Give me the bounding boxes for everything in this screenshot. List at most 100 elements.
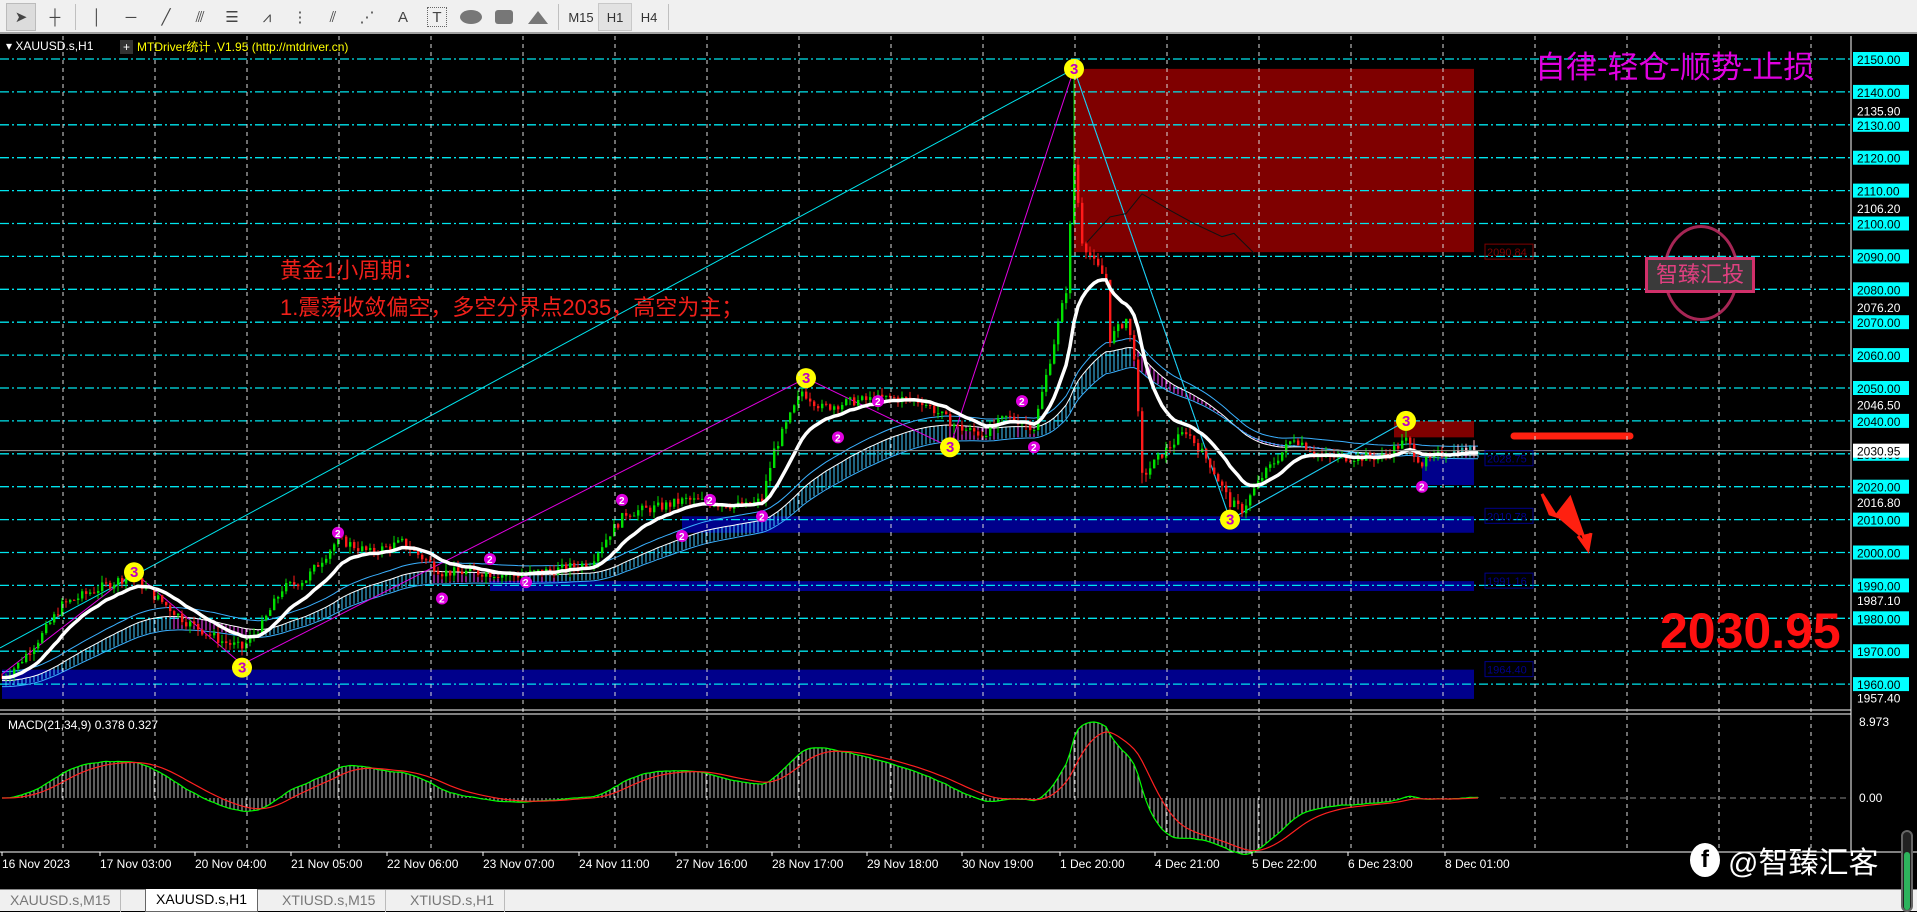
price-axis-label: 2010.00 (1857, 514, 1901, 528)
candle-body (633, 515, 636, 517)
candle-body (101, 582, 104, 591)
candle-body (685, 497, 688, 499)
fibonacci-channel-icon[interactable]: ⫽ (318, 3, 348, 31)
text-label-icon[interactable]: T (427, 7, 447, 27)
candle-body (309, 571, 312, 581)
price-axis-label: 2050.00 (1857, 382, 1901, 396)
candle-body (1001, 416, 1004, 419)
crosshair-icon[interactable]: ┼ (40, 3, 70, 31)
candle-body (985, 435, 988, 437)
zone-label: 1964.40 (1487, 665, 1527, 677)
price-axis-label: 2106.20 (1857, 202, 1901, 216)
wave-3-label: 3 (1070, 61, 1078, 78)
candle-body (329, 550, 332, 559)
candle-body (653, 505, 656, 513)
timeframe-h4[interactable]: H4 (632, 3, 666, 31)
fibonacci-timezones-icon[interactable]: ⋮ (285, 3, 315, 31)
candle-body (41, 633, 44, 643)
candle-body (1085, 243, 1088, 253)
candle-body (1137, 359, 1140, 412)
time-axis-label: 8 Dec 01:00 (1445, 857, 1510, 871)
candle-body (357, 548, 360, 551)
candle-body (1397, 445, 1400, 449)
candle-body (849, 397, 852, 400)
time-axis-label: 4 Dec 21:00 (1155, 857, 1220, 871)
candle-body (225, 641, 228, 644)
trendline-icon[interactable]: ╱ (151, 3, 181, 31)
candle-body (1221, 481, 1224, 486)
candle-body (1005, 415, 1008, 417)
candle-body (1049, 363, 1052, 375)
tab-xtiusd-m15[interactable]: XTIUSD.s,M15 (272, 890, 387, 912)
candle-body (805, 391, 808, 399)
volume-slider[interactable] (1901, 830, 1913, 912)
triangle-icon[interactable] (523, 3, 553, 31)
candle-body (1053, 344, 1056, 364)
candle-body (105, 582, 108, 584)
price-axis-label: 2130.00 (1857, 119, 1901, 133)
candle-body (53, 614, 56, 623)
candle-body (925, 405, 928, 407)
candle-body (81, 591, 84, 599)
candle-body (697, 498, 700, 500)
cursor-icon[interactable]: ➤ (6, 3, 36, 31)
candle-body (205, 634, 208, 636)
candle-body (233, 642, 236, 645)
candle-body (117, 578, 120, 585)
tab-xauusd-h1[interactable]: XAUUSD.s,H1 (145, 889, 259, 912)
tab-xauusd-m15[interactable]: XAUUSD.s,M15 (0, 890, 122, 912)
candle-body (1213, 467, 1216, 475)
fibonacci-retracement-icon[interactable]: ☰ (217, 3, 247, 31)
candle-body (325, 558, 328, 563)
support-zone (682, 516, 1474, 533)
wave-2-label: 2 (1031, 443, 1037, 454)
candle-body (1185, 432, 1188, 435)
price-axis-label: 1960.00 (1857, 678, 1901, 692)
wave-3-label: 3 (130, 564, 138, 581)
candle-body (181, 613, 184, 623)
candle-body (421, 554, 424, 560)
candle-body (177, 613, 180, 616)
fibonacci-fan-icon[interactable]: ⩘ (252, 3, 282, 31)
candle-body (665, 502, 668, 510)
horizontal-line-icon[interactable]: ─ (116, 3, 146, 31)
candle-body (85, 591, 88, 594)
rectangle-icon[interactable] (489, 3, 519, 31)
tab-xtiusd-h1[interactable]: XTIUSD.s,H1 (400, 890, 506, 912)
candle-body (45, 624, 48, 634)
gann-fan-icon[interactable]: ⋰ (352, 3, 382, 31)
equidistant-channel-icon[interactable]: ⫻ (185, 3, 215, 31)
price-axis-label: 2110.00 (1857, 185, 1900, 199)
wave-2-label: 2 (487, 555, 493, 566)
candle-body (517, 575, 520, 578)
candle-body (1217, 474, 1220, 482)
candle-body (757, 498, 760, 502)
timeframe-h1[interactable]: H1 (598, 3, 632, 31)
candle-body (1089, 252, 1092, 256)
candle-body (493, 576, 496, 578)
candle-body (549, 568, 552, 571)
chart-tabs: XAUUSD.s,M15 XAUUSD.s,H1 XTIUSD.s,M15 XT… (0, 830, 1917, 912)
vertical-line-icon[interactable]: │ (82, 3, 112, 31)
price-chart[interactable]: 2090.84 2028.75 2010.78 1991.16 1964.40 3 3 3 3 3… (0, 36, 1917, 889)
candle-body (285, 583, 288, 592)
candle-body (801, 391, 804, 397)
candle-body (537, 569, 540, 571)
candle-body (305, 580, 308, 583)
candle-body (317, 564, 320, 567)
toolbar-separator (75, 4, 76, 30)
watermark: f @智臻汇客 (1690, 838, 1878, 882)
candle-body (425, 559, 428, 561)
social-logo-icon: f (1690, 843, 1720, 877)
text-icon[interactable]: A (388, 3, 418, 31)
candle-body (241, 641, 244, 649)
ellipse-icon[interactable] (456, 3, 486, 31)
candle-body (1121, 324, 1124, 329)
wave-3-label: 3 (1402, 413, 1410, 430)
candle-body (609, 536, 612, 540)
volume-slider-fill (1904, 852, 1910, 910)
plus-icon[interactable]: + (120, 40, 134, 54)
candle-body (93, 592, 96, 594)
timeframe-m15[interactable]: M15 (564, 3, 598, 31)
candle-body (161, 595, 164, 602)
